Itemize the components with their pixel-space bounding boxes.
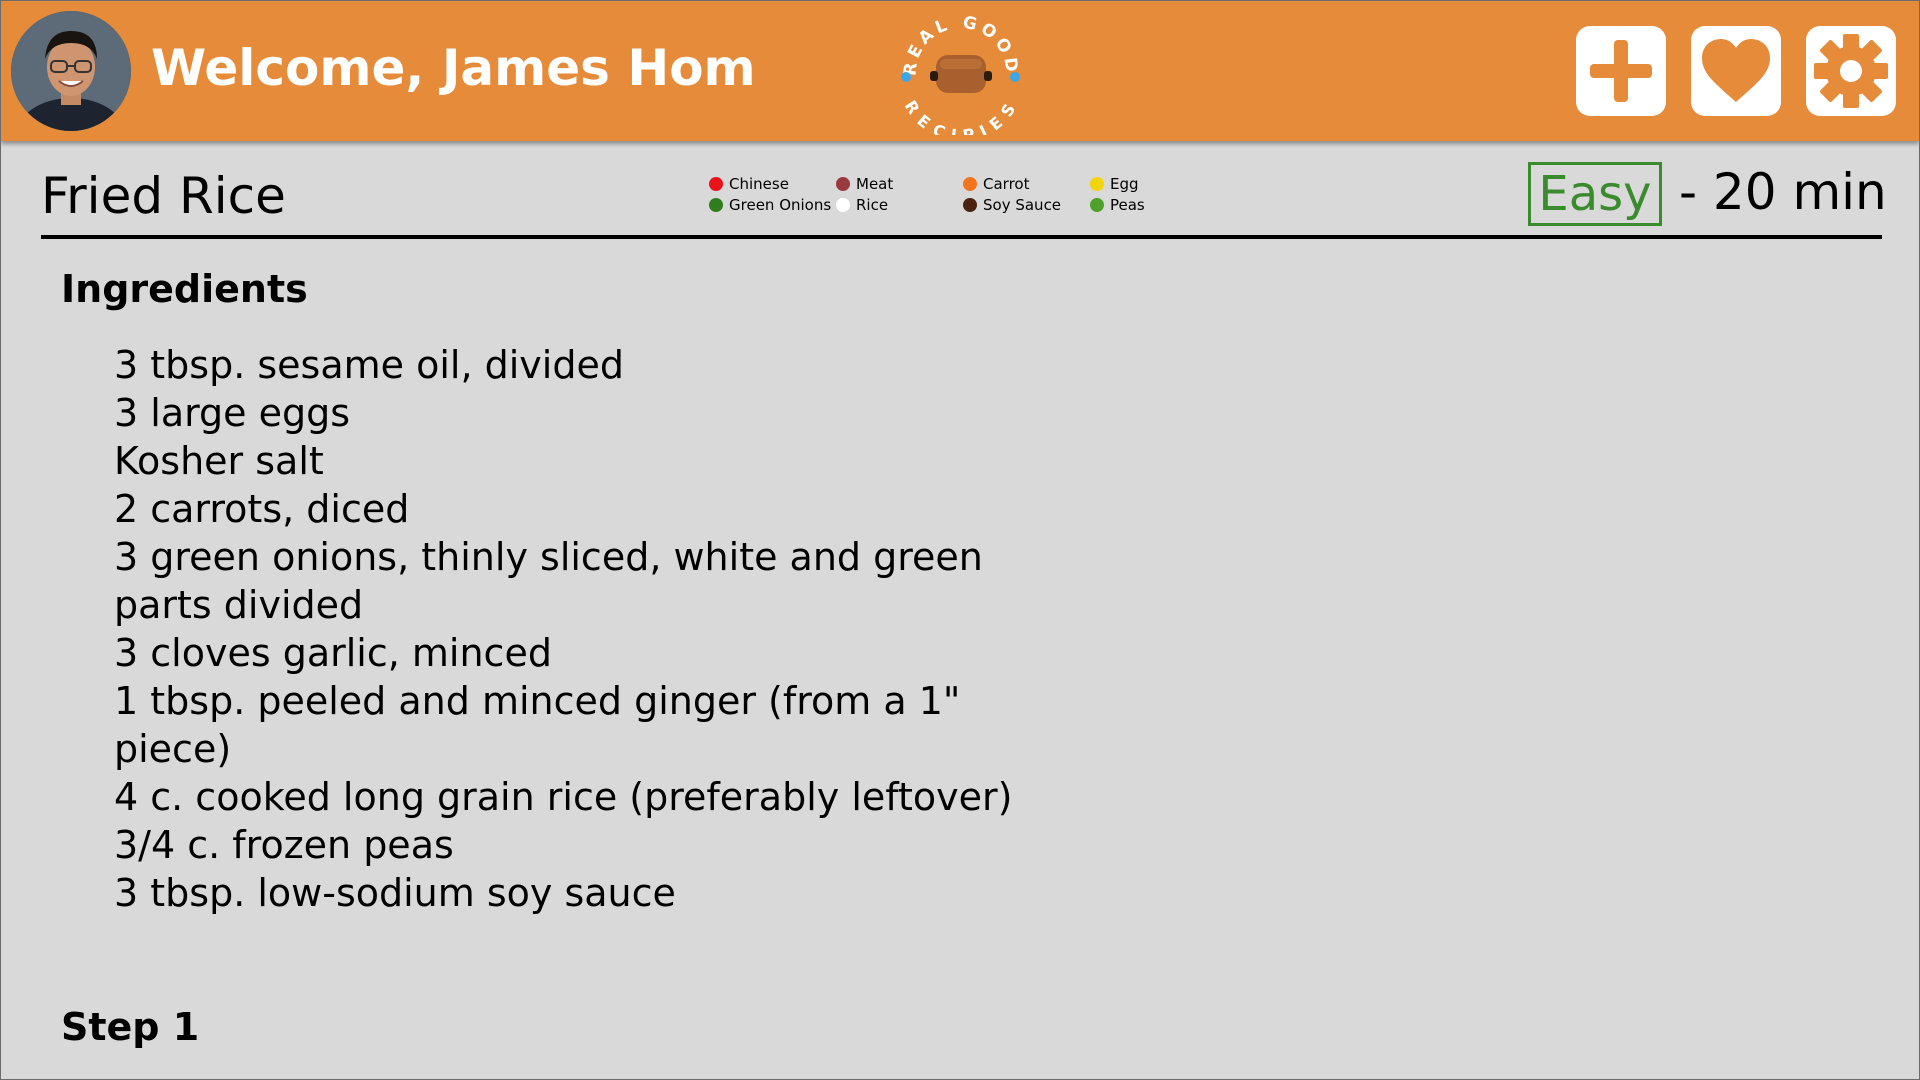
ingredient-item: 3 tbsp. low-sodium soy sauce bbox=[114, 871, 676, 915]
ingredient-item: 3 large eggs bbox=[114, 391, 351, 435]
tag-egg: Egg bbox=[1090, 175, 1139, 193]
avatar-photo bbox=[11, 11, 131, 131]
favorites-button[interactable] bbox=[1691, 26, 1781, 116]
tag-label: Green Onions bbox=[729, 196, 832, 214]
step-heading: Step 1 bbox=[61, 1005, 200, 1049]
settings-button[interactable] bbox=[1806, 26, 1896, 116]
real-good-recipes-logo: REAL GOOD RECIPIES bbox=[896, 7, 1026, 145]
tag-color-dot bbox=[1090, 177, 1104, 191]
add-icon bbox=[1590, 40, 1652, 102]
tag-color-dot bbox=[836, 177, 850, 191]
tag-label: Peas bbox=[1110, 196, 1145, 214]
tag-label: Chinese bbox=[729, 175, 789, 193]
tag-carrot: Carrot bbox=[963, 175, 1029, 193]
ingredient-item: Kosher salt bbox=[114, 439, 324, 483]
tag-meat: Meat bbox=[836, 175, 893, 193]
cook-time: - 20 min bbox=[1679, 163, 1887, 221]
tag-color-dot bbox=[836, 198, 850, 212]
recipe-tags: Chinese Green Onions Meat Rice Carrot So… bbox=[709, 175, 1169, 219]
gear-icon bbox=[1814, 34, 1888, 108]
tag-green-onions: Green Onions bbox=[709, 196, 831, 214]
ingredient-item: 3 cloves garlic, minced bbox=[114, 631, 552, 675]
tag-label: Soy Sauce bbox=[983, 196, 1062, 214]
tag-label: Carrot bbox=[983, 175, 1030, 193]
tag-color-dot bbox=[709, 198, 723, 212]
ingredient-item: 3 green onions, thinly sliced, white and… bbox=[114, 535, 983, 627]
difficulty-badge: Easy bbox=[1528, 162, 1662, 226]
heart-icon bbox=[1702, 39, 1770, 102]
title-divider bbox=[41, 235, 1882, 239]
welcome-message: Welcome, James Hom bbox=[151, 39, 756, 97]
tag-color-dot bbox=[1090, 198, 1104, 212]
tag-rice: Rice bbox=[836, 196, 888, 214]
ingredients-heading: Ingredients bbox=[61, 267, 308, 311]
user-avatar[interactable] bbox=[11, 11, 131, 131]
ingredient-item: 2 carrots, diced bbox=[114, 487, 410, 531]
tag-color-dot bbox=[709, 177, 723, 191]
ingredient-item: 4 c. cooked long grain rice (preferably … bbox=[114, 775, 1013, 819]
tag-soy-sauce: Soy Sauce bbox=[963, 196, 1061, 214]
tag-label: Egg bbox=[1110, 175, 1139, 193]
app-window: Welcome, James Hom REAL GOOD RECIPIES bbox=[0, 0, 1920, 1080]
tag-color-dot bbox=[963, 198, 977, 212]
ingredient-item: 3/4 c. frozen peas bbox=[114, 823, 454, 867]
svg-text:RECIPIES: RECIPIES bbox=[901, 97, 1022, 135]
tag-color-dot bbox=[963, 177, 977, 191]
ingredients-list: 3 tbsp. sesame oil, divided 3 large eggs… bbox=[114, 341, 1014, 917]
add-recipe-button[interactable] bbox=[1576, 26, 1666, 116]
recipe-title: Fried Rice bbox=[41, 167, 286, 225]
tag-label: Rice bbox=[856, 196, 889, 214]
header-bar: Welcome, James Hom REAL GOOD RECIPIES bbox=[1, 1, 1919, 145]
tag-label: Meat bbox=[856, 175, 894, 193]
ingredient-item: 1 tbsp. peeled and minced ginger (from a… bbox=[114, 679, 961, 771]
tag-peas: Peas bbox=[1090, 196, 1145, 214]
ingredient-item: 3 tbsp. sesame oil, divided bbox=[114, 343, 624, 387]
tag-chinese: Chinese bbox=[709, 175, 789, 193]
